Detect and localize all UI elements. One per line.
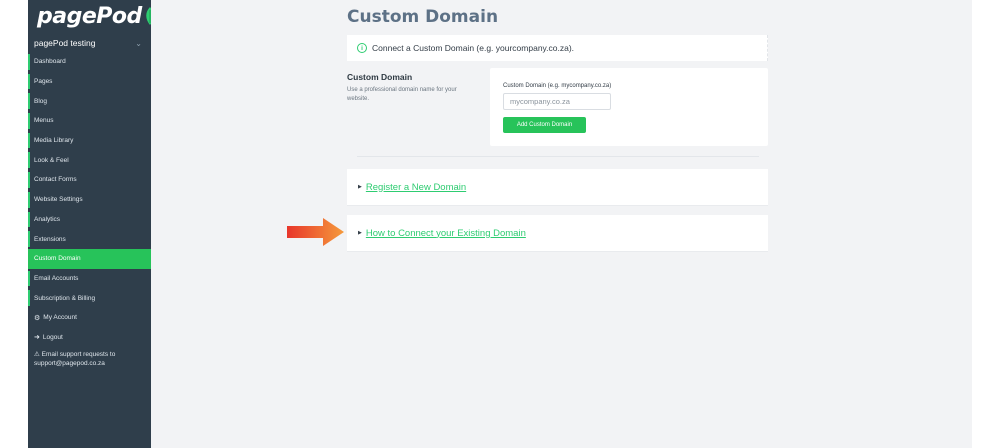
sidebar-item-logout[interactable]: ➜ Logout	[28, 328, 151, 348]
sidebar-item-look-feel[interactable]: Look & Feel	[28, 150, 151, 170]
sidebar-item-label: Custom Domain	[34, 255, 81, 263]
logout-icon: ➜	[34, 334, 40, 342]
gear-icon: ⚙	[34, 314, 41, 322]
sidebar-item-custom-domain[interactable]: Custom Domain	[28, 248, 151, 269]
sidebar-item-label: Extensions	[34, 235, 66, 243]
sidebar-item-label: Dashboard	[34, 58, 66, 66]
sidebar-item-subscription-billing[interactable]: Subscription & Billing	[28, 288, 151, 308]
accordion-connect-domain[interactable]: ▶ How to Connect your Existing Domain	[347, 215, 768, 252]
sidebar-item-website-settings[interactable]: Website Settings	[28, 190, 151, 210]
divider	[357, 156, 759, 157]
sidebar-item-label: Analytics	[34, 215, 61, 223]
custom-domain-form: Custom Domain (e.g. mycompany.co.za) Add…	[490, 68, 768, 146]
add-custom-domain-button[interactable]: Add Custom Domain	[503, 117, 586, 133]
accordion-register-domain[interactable]: ▶ Register a New Domain	[347, 169, 768, 206]
triangle-right-icon: ▶	[358, 184, 362, 190]
logo[interactable]: pagePod	[37, 2, 155, 30]
sidebar-item-blog[interactable]: Blog	[28, 91, 151, 111]
sidebar-item-contact-forms[interactable]: Contact Forms	[28, 170, 151, 190]
sidebar-item-label: Media Library	[34, 137, 74, 145]
chevron-down-icon: ⌄	[135, 38, 142, 48]
site-selector[interactable]: pagePod testing ⌄	[34, 35, 146, 51]
info-notice-text: Connect a Custom Domain (e.g. yourcompan…	[372, 43, 575, 53]
sidebar-item-label: Subscription & Billing	[34, 294, 96, 302]
sidebar-item-label: Pages	[34, 78, 53, 86]
page-title: Custom Domain	[347, 7, 499, 27]
sidebar-item-label: Email Accounts	[34, 274, 79, 282]
site-selector-label: pagePod testing	[34, 38, 96, 48]
support-info: ⚠ Email support requests to support@page…	[28, 347, 151, 371]
page-gutter-right	[972, 0, 1000, 448]
triangle-right-icon: ▶	[358, 230, 362, 236]
section-description: Use a professional domain name for your …	[347, 87, 457, 102]
warning-icon: ⚠	[34, 351, 40, 359]
info-notice: i Connect a Custom Domain (e.g. yourcomp…	[347, 35, 768, 61]
sidebar-item-extensions[interactable]: Extensions	[28, 229, 151, 249]
info-icon: i	[357, 43, 367, 53]
sidebar-item-my-account[interactable]: ⚙ My Account	[28, 308, 151, 328]
arrow-right-icon	[287, 218, 344, 246]
custom-domain-label: Custom Domain (e.g. mycompany.co.za)	[503, 83, 612, 89]
sidebar: pagePod pagePod testing ⌄ Dashboard Page…	[28, 0, 154, 448]
connect-domain-link[interactable]: How to Connect your Existing Domain	[366, 228, 526, 239]
custom-domain-input[interactable]	[503, 93, 611, 110]
sidebar-nav: Dashboard Pages Blog Menus Media Library…	[28, 52, 151, 371]
section-title: Custom Domain	[347, 72, 413, 82]
page: pagePod pagePod testing ⌄ Dashboard Page…	[0, 0, 1000, 448]
sidebar-item-menus[interactable]: Menus	[28, 111, 151, 131]
sidebar-item-label: Menus	[34, 117, 54, 125]
sidebar-item-media-library[interactable]: Media Library	[28, 131, 151, 151]
logo-text: pagePod	[37, 3, 142, 29]
register-domain-link[interactable]: Register a New Domain	[366, 182, 466, 193]
sidebar-item-label: Blog	[34, 97, 48, 105]
sidebar-item-analytics[interactable]: Analytics	[28, 210, 151, 230]
sidebar-item-label: Logout	[42, 333, 63, 341]
support-email[interactable]: support@pagepod.co.za	[34, 360, 105, 367]
sidebar-item-label: My Account	[43, 314, 77, 322]
sidebar-item-label: Look & Feel	[34, 156, 69, 164]
page-gutter-left	[0, 0, 28, 448]
sidebar-item-label: Website Settings	[34, 196, 83, 204]
sidebar-item-dashboard[interactable]: Dashboard	[28, 52, 151, 72]
main-content: Custom Domain i Connect a Custom Domain …	[151, 0, 972, 448]
sidebar-item-label: Contact Forms	[34, 176, 77, 184]
sidebar-item-email-accounts[interactable]: Email Accounts	[28, 269, 151, 289]
sidebar-item-pages[interactable]: Pages	[28, 72, 151, 92]
support-text-line1: Email support requests to	[41, 351, 116, 359]
